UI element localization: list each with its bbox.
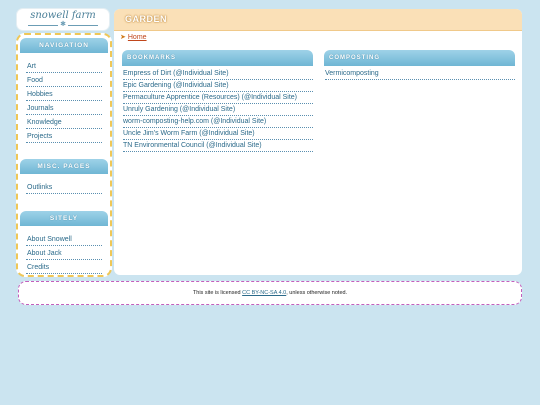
bookmarks-heading: BOOKMARKS [122,50,313,66]
bookmark-link[interactable]: worm-composting-help.com (@Individual Si… [123,118,266,125]
page-header: GARDEN [114,9,522,31]
sidebar: NAVIGATION Art Food Hobbies Journals Kno… [16,33,112,277]
nav-item-art[interactable]: Art [26,59,102,73]
list-item[interactable]: worm-composting-help.com (@Individual Si… [123,116,313,128]
bookmarks-list: Empress of Dirt (@Individual Site) Epic … [122,68,313,152]
composting-panel: COMPOSTING Vermicomposting [324,50,515,80]
bookmark-link[interactable]: Unruly Gardening (@Individual Site) [123,106,235,113]
page-title: GARDEN [125,14,168,24]
main-content: GARDEN ➤ Home BOOKMARKS Empress of Dirt (… [114,9,522,275]
navigation-list: Art Food Hobbies Journals Knowledge Proj… [18,59,110,143]
nav-link[interactable]: Projects [27,133,52,140]
nav-item-credits[interactable]: Credits [26,260,102,274]
nav-item-hobbies[interactable]: Hobbies [26,87,102,101]
list-item[interactable]: Epic Gardening (@Individual Site) [123,80,313,92]
nav-item-projects[interactable]: Projects [26,129,102,143]
breadcrumb: ➤ Home [120,33,147,41]
nav-item-food[interactable]: Food [26,73,102,87]
breadcrumb-arrow-icon: ➤ [120,34,126,41]
nav-item-outlinks[interactable]: Outlinks [26,180,102,194]
nav-link[interactable]: Hobbies [27,91,53,98]
list-item[interactable]: Permaculture Apprentice (Resources) (@In… [123,92,313,104]
nav-link[interactable]: About Snowell [27,236,72,243]
footer: This site is licensed CC BY-NC-SA 4.0, u… [18,281,522,305]
sitely-heading: SITELY [20,211,108,226]
list-item[interactable]: TN Environmental Council (@Individual Si… [123,140,313,152]
nav-link[interactable]: Art [27,63,36,70]
nav-item-about-jack[interactable]: About Jack [26,246,102,260]
composting-list: Vermicomposting [324,68,515,80]
site-logo[interactable]: snowell farm ✱ [17,9,109,30]
list-item[interactable]: Unruly Gardening (@Individual Site) [123,104,313,116]
navigation-heading: NAVIGATION [20,38,108,53]
footer-suffix: , unless otherwise noted. [286,290,348,296]
nav-link[interactable]: About Jack [27,250,62,257]
nav-item-journals[interactable]: Journals [26,101,102,115]
bookmark-link[interactable]: TN Environmental Council (@Individual Si… [123,142,262,149]
bookmark-link[interactable]: Uncle Jim's Worm Farm (@Individual Site) [123,130,255,137]
nav-link[interactable]: Outlinks [27,184,52,191]
list-item[interactable]: Uncle Jim's Worm Farm (@Individual Site) [123,128,313,140]
logo-ornament: ✱ [17,21,109,29]
bookmark-link[interactable]: Epic Gardening (@Individual Site) [123,82,229,89]
nav-link[interactable]: Journals [27,105,53,112]
list-item[interactable]: Vermicomposting [325,68,515,80]
nav-item-knowledge[interactable]: Knowledge [26,115,102,129]
nav-link[interactable]: Credits [27,264,49,271]
bookmark-link[interactable]: Permaculture Apprentice (Resources) (@In… [123,94,297,101]
footer-prefix: This site is licensed [192,290,241,296]
nav-item-about-snowell[interactable]: About Snowell [26,232,102,246]
bookmark-link[interactable]: Empress of Dirt (@Individual Site) [123,70,229,77]
misc-pages-list: Outlinks [18,180,110,194]
composting-link[interactable]: Vermicomposting [325,70,379,77]
bookmarks-panel: BOOKMARKS Empress of Dirt (@Individual S… [122,50,313,152]
list-item[interactable]: Empress of Dirt (@Individual Site) [123,68,313,80]
nav-link[interactable]: Food [27,77,43,84]
misc-pages-heading: MISC. PAGES [20,159,108,174]
snowflake-icon: ✱ [60,21,66,28]
breadcrumb-home-link[interactable]: Home [128,34,147,41]
sitely-list: About Snowell About Jack Credits [18,232,110,274]
license-link[interactable]: CC BY-NC-SA 4.0 [242,290,286,296]
nav-link[interactable]: Knowledge [27,119,62,126]
composting-heading: COMPOSTING [324,50,515,66]
